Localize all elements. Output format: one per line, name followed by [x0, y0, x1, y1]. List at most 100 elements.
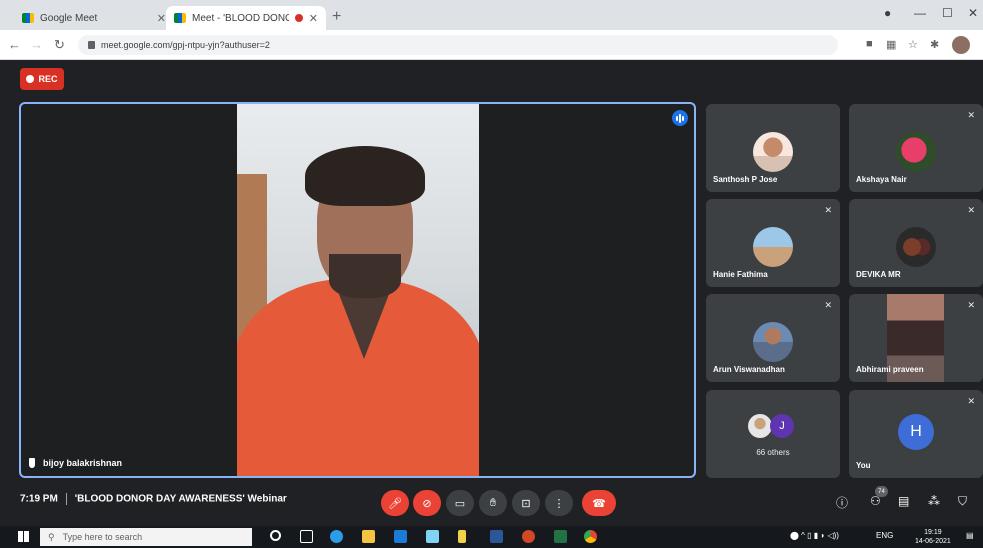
- speaker-video: [237, 104, 479, 476]
- address-bar-row: ← → ↻ meet.google.com/gpj-ntpu-yjn?authu…: [0, 30, 983, 60]
- system-tray-icons[interactable]: ⬤ ^ ▯ ▮ ◗ ◁)): [790, 531, 839, 540]
- people-icon[interactable]: ⚇: [870, 494, 881, 508]
- record-dot-icon: [26, 75, 35, 83]
- camera-icon[interactable]: ■: [866, 38, 873, 50]
- recording-label: REC: [38, 74, 58, 84]
- participant-name: Santhosh P Jose: [713, 175, 778, 184]
- participant-tile[interactable]: ✕ Abhirami praveen: [849, 294, 983, 382]
- file-explorer-icon[interactable]: [362, 530, 375, 543]
- camera-off-icon: ⊘: [422, 497, 432, 510]
- windows-start-icon[interactable]: [18, 531, 29, 542]
- mic-muted-icon: ✕: [967, 300, 975, 310]
- participant-tile[interactable]: Santhosh P Jose: [706, 104, 840, 192]
- cortana-icon[interactable]: [270, 530, 281, 541]
- activities-icon[interactable]: ⁂: [928, 494, 940, 508]
- participant-name: You: [856, 461, 871, 470]
- others-count-label: 66 others: [756, 448, 790, 457]
- close-window-button[interactable]: ✕: [968, 6, 978, 20]
- url-field[interactable]: meet.google.com/gpj-ntpu-yjn?authuser=2: [78, 35, 838, 55]
- self-tile[interactable]: ✕ H You: [849, 390, 983, 478]
- avatar: [753, 132, 793, 172]
- avatar-initial: J: [770, 414, 794, 438]
- mic-off-icon: 🎤︎: [388, 497, 402, 510]
- lightning-app-icon[interactable]: [458, 530, 466, 543]
- present-icon: ⊡: [521, 497, 531, 510]
- participant-tile[interactable]: ✕ Hanie Fathima: [706, 199, 840, 287]
- others-tile[interactable]: J 66 others: [706, 390, 840, 478]
- new-tab-button[interactable]: +: [332, 8, 341, 26]
- present-button[interactable]: ⊡: [512, 490, 540, 516]
- participant-name: Akshaya Nair: [856, 175, 907, 184]
- avatar: [753, 227, 793, 267]
- lock-icon: [88, 41, 95, 49]
- mic-muted-icon: ✕: [824, 205, 832, 215]
- taskbar-clock[interactable]: 19:19 14-06-2021: [915, 528, 951, 546]
- meet-favicon-icon: [22, 13, 34, 23]
- chrome-icon[interactable]: [584, 530, 597, 543]
- translate-icon[interactable]: ▦: [886, 38, 896, 51]
- avatar: [896, 132, 936, 172]
- reload-icon[interactable]: ↻: [54, 37, 65, 53]
- hand-icon: ✋︎: [489, 496, 497, 509]
- camera-toggle-button[interactable]: ⊘: [413, 490, 441, 516]
- participant-name: Hanie Fathima: [713, 270, 768, 279]
- search-icon: ⚲: [48, 531, 55, 542]
- end-call-icon: ☎︎: [592, 497, 606, 510]
- meet-favicon-icon: [174, 13, 186, 23]
- close-tab-icon[interactable]: ✕: [157, 12, 166, 25]
- maximize-button[interactable]: ☐: [942, 6, 953, 20]
- powerpoint-icon[interactable]: [522, 530, 535, 543]
- avatar-initial: H: [898, 414, 934, 450]
- notifications-icon[interactable]: ▤: [966, 531, 974, 540]
- forward-icon[interactable]: →: [30, 37, 43, 52]
- clock-time: 19:19: [924, 529, 942, 536]
- captions-button[interactable]: ▭: [446, 490, 474, 516]
- participant-tile[interactable]: ✕ Akshaya Nair: [849, 104, 983, 192]
- meeting-time: 7:19 PM: [20, 493, 58, 505]
- close-tab-icon[interactable]: ✕: [309, 12, 318, 25]
- task-view-icon[interactable]: [300, 530, 313, 543]
- profile-avatar[interactable]: [952, 36, 970, 54]
- tab-meet-blood-donor[interactable]: Meet - 'BLOOD DONOR DA' ✕: [166, 6, 326, 30]
- excel-icon[interactable]: [554, 530, 567, 543]
- extensions-icon[interactable]: ✱: [930, 38, 939, 51]
- pin-icon[interactable]: [29, 458, 35, 468]
- participant-name: Arun Viswanadhan: [713, 365, 785, 374]
- participant-tile[interactable]: ✕ DEVIKA MR: [849, 199, 983, 287]
- info-icon[interactable]: ⓘ: [836, 494, 848, 511]
- participant-name: DEVIKA MR: [856, 270, 901, 279]
- store-icon[interactable]: [394, 530, 407, 543]
- avatar: [753, 322, 793, 362]
- mic-muted-icon: ✕: [967, 205, 975, 215]
- raise-hand-button[interactable]: ✋︎: [479, 490, 507, 516]
- word-icon[interactable]: [490, 530, 503, 543]
- host-controls-icon[interactable]: ⛉: [958, 494, 967, 509]
- avatar: [748, 414, 772, 438]
- captions-icon: ▭: [454, 497, 466, 510]
- chat-icon[interactable]: ▤: [898, 494, 909, 508]
- mic-toggle-button[interactable]: 🎤︎: [381, 490, 409, 516]
- mic-muted-icon: ✕: [967, 396, 975, 406]
- windows-taskbar: ⚲ Type here to search ⬤ ^ ▯ ▮ ◗ ◁)) ENG …: [0, 526, 983, 548]
- browser-tab-bar: Google Meet ✕ Meet - 'BLOOD DONOR DA' ✕ …: [0, 0, 983, 30]
- dropbox-icon[interactable]: [426, 530, 439, 543]
- minimize-button[interactable]: —: [914, 6, 926, 20]
- back-icon[interactable]: ←: [8, 37, 21, 52]
- leave-call-button[interactable]: ☎︎: [582, 490, 616, 516]
- edge-icon[interactable]: [330, 530, 343, 543]
- url-text: meet.google.com/gpj-ntpu-yjn?authuser=2: [101, 40, 270, 50]
- main-speaker-tile[interactable]: bijoy balakrishnan: [19, 102, 696, 478]
- taskbar-search[interactable]: ⚲ Type here to search: [40, 528, 252, 546]
- more-options-button[interactable]: ⋮: [545, 490, 573, 516]
- participant-tile[interactable]: ✕ Arun Viswanadhan: [706, 294, 840, 382]
- language-indicator[interactable]: ENG: [876, 531, 893, 540]
- mic-muted-icon: ✕: [824, 300, 832, 310]
- record-indicator-icon: ●: [884, 6, 892, 20]
- star-icon[interactable]: ☆: [908, 38, 918, 51]
- speaking-indicator-icon: [672, 110, 688, 126]
- tab-title: Google Meet: [40, 12, 98, 24]
- recording-indicator-icon: [294, 14, 303, 22]
- speaker-name: bijoy balakrishnan: [43, 458, 123, 468]
- tab-google-meet[interactable]: Google Meet ✕: [14, 6, 174, 30]
- meeting-info: 7:19 PM 'BLOOD DONOR DAY AWARENESS' Webin…: [20, 493, 287, 505]
